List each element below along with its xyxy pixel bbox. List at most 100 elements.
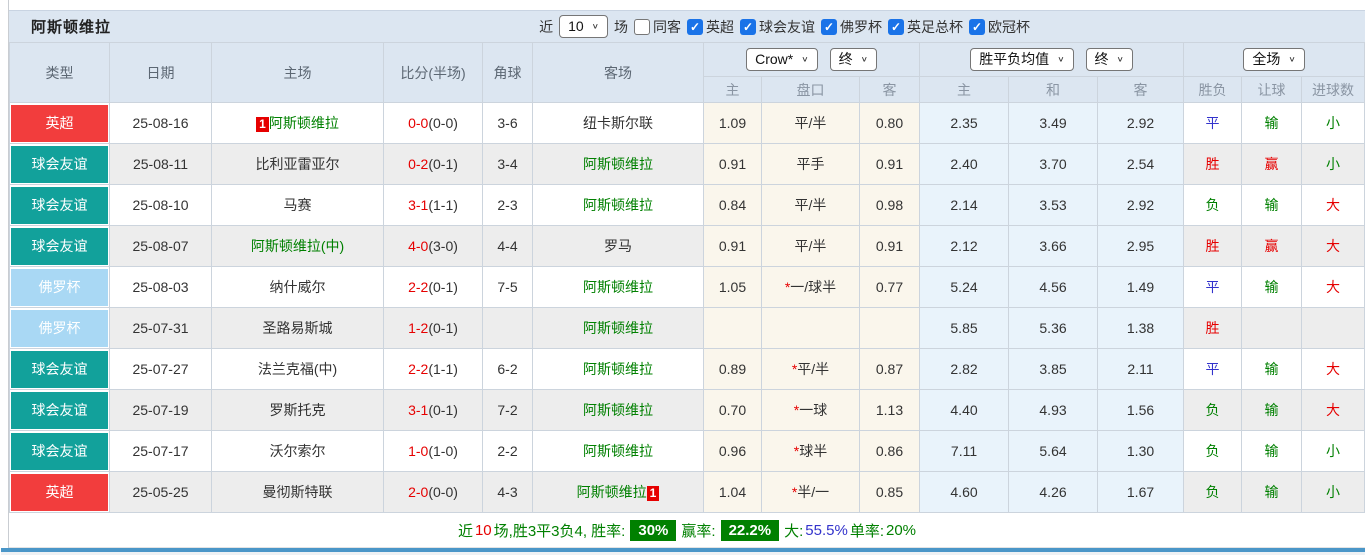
handicap-result: 输 (1265, 279, 1279, 295)
same-away-checkbox[interactable] (634, 19, 650, 35)
handicap-cell: *平/半 (762, 349, 860, 390)
match-result: 负 (1206, 197, 1220, 213)
odds-home-cell: 0.91 (704, 226, 762, 267)
home-cell: 法兰克福(中) (212, 349, 384, 390)
match-date: 25-07-31 (132, 320, 188, 336)
away-team[interactable]: 阿斯顿维拉 (583, 402, 653, 418)
avg-away-cell: 1.67 (1098, 472, 1184, 513)
summary-segment: 大: (784, 520, 803, 541)
avg-draw-cell: 3.85 (1009, 349, 1098, 390)
home-team[interactable]: 罗斯托克 (270, 402, 326, 418)
away-team[interactable]: 罗马 (604, 238, 632, 254)
avg-draw-cell: 5.36 (1009, 308, 1098, 349)
avg-type-select[interactable]: 胜平负均值 ∨ (970, 48, 1073, 71)
date-cell: 25-08-07 (110, 226, 212, 267)
home-cell: 沃尔索尔 (212, 431, 384, 472)
odds-away: 0.98 (876, 197, 903, 213)
result-cell: 平 (1184, 103, 1242, 144)
match-result: 负 (1206, 402, 1220, 418)
corner-cell: 3-6 (483, 103, 533, 144)
type-badge: 球会友谊 (11, 228, 108, 265)
home-team[interactable]: 比利亚雷亚尔 (256, 156, 340, 172)
away-cell: 阿斯顿维拉 (533, 431, 704, 472)
away-cell: 阿斯顿维拉1 (533, 472, 704, 513)
away-team[interactable]: 阿斯顿维拉 (583, 443, 653, 459)
filter-checkbox-floro-cup[interactable]: ✓ (821, 19, 837, 35)
avg-stage-select[interactable]: 终 ∨ (1086, 48, 1133, 71)
odds-stage-select[interactable]: 终 ∨ (830, 48, 877, 71)
result-cell: 负 (1184, 185, 1242, 226)
away-team[interactable]: 阿斯顿维拉 (583, 197, 653, 213)
filter-checkbox-club-friendly[interactable]: ✓ (740, 19, 756, 35)
filter-checkbox-fa-cup[interactable]: ✓ (888, 19, 904, 35)
corner-score: 2-3 (497, 197, 517, 213)
odds-away-cell: 0.87 (860, 349, 920, 390)
corner-score: 3-6 (497, 115, 517, 131)
avg-away-cell: 1.38 (1098, 308, 1184, 349)
summary-segment: 10 (475, 522, 492, 539)
match-date: 25-08-11 (133, 156, 188, 172)
avg-draw: 4.26 (1039, 484, 1066, 500)
avg-draw: 5.36 (1039, 320, 1066, 336)
away-team[interactable]: 纽卡斯尔联 (583, 115, 653, 131)
avg-away: 1.49 (1127, 279, 1154, 295)
avg-away-cell: 1.56 (1098, 390, 1184, 431)
goals-result: 大 (1326, 361, 1340, 377)
away-cell: 阿斯顿维拉 (533, 185, 704, 226)
odds-away-cell (860, 308, 920, 349)
filter-checkbox-ucl[interactable]: ✓ (969, 19, 985, 35)
goals-result-cell: 大 (1302, 185, 1365, 226)
avg-away: 2.95 (1127, 238, 1154, 254)
home-team[interactable]: 沃尔索尔 (270, 443, 326, 459)
handicap-cell: 平/半 (762, 226, 860, 267)
handicap-line: 一/球半 (790, 279, 836, 295)
filter-checkbox-epl[interactable]: ✓ (687, 19, 703, 35)
odds-provider-select[interactable]: Crow* ∨ (746, 48, 817, 71)
home-team[interactable]: 阿斯顿维拉(中) (251, 238, 344, 254)
odds-home: 0.70 (719, 402, 746, 418)
type-cell: 英超 (10, 472, 110, 513)
home-team[interactable]: 曼彻斯特联 (263, 484, 333, 500)
type-badge: 球会友谊 (11, 433, 108, 470)
avg-home-cell: 2.40 (920, 144, 1009, 185)
avg-away: 1.30 (1127, 443, 1154, 459)
filter-checkbox-group: 同客✓英超✓球会友谊✓佛罗杯✓英足总杯✓欧冠杯 (634, 17, 1030, 37)
halftime-score: (0-1) (428, 156, 458, 172)
handicap-line: 平/半 (795, 115, 827, 131)
scope-select[interactable]: 全场 ∨ (1243, 48, 1304, 71)
home-cell: 1阿斯顿维拉 (212, 103, 384, 144)
away-team[interactable]: 阿斯顿维拉 (583, 279, 653, 295)
corner-cell: 7-5 (483, 267, 533, 308)
col-header-score: 比分(半场) (384, 43, 483, 103)
home-team[interactable]: 纳什威尔 (270, 279, 326, 295)
away-team[interactable]: 阿斯顿维拉 (583, 156, 653, 172)
match-result: 平 (1206, 279, 1220, 295)
score-cell: 3-1(1-1) (384, 185, 483, 226)
goals-result-cell: 大 (1302, 390, 1365, 431)
type-cell: 球会友谊 (10, 431, 110, 472)
away-team[interactable]: 阿斯顿维拉 (577, 484, 647, 500)
away-team[interactable]: 阿斯顿维拉 (583, 361, 653, 377)
recent-count-value: 10 (568, 18, 584, 35)
handicap-result-cell: 输 (1242, 349, 1302, 390)
home-team[interactable]: 圣路易斯城 (263, 320, 333, 336)
recent-count-select[interactable]: 10 ∨ (559, 15, 608, 38)
home-team[interactable]: 法兰克福(中) (258, 361, 337, 377)
odds-away: 0.91 (876, 156, 903, 172)
odds-group-header: Crow* ∨ 终 ∨ (704, 43, 920, 77)
summary-segment: 场,胜3平3负4, 胜率: (494, 520, 626, 541)
date-cell: 25-07-19 (110, 390, 212, 431)
fulltime-score: 4-0 (408, 238, 428, 254)
home-team[interactable]: 马赛 (284, 197, 312, 213)
table-row: 球会友谊25-08-07阿斯顿维拉(中)4-0(3-0)4-4罗马0.91平/半… (10, 226, 1365, 267)
score-cell: 2-0(0-0) (384, 472, 483, 513)
avg-home-cell: 4.60 (920, 472, 1009, 513)
odds-provider-value: Crow* (755, 51, 793, 68)
avg-draw: 3.66 (1039, 238, 1066, 254)
home-team[interactable]: 阿斯顿维拉 (269, 115, 339, 131)
avg-home: 2.40 (950, 156, 977, 172)
away-team[interactable]: 阿斯顿维拉 (583, 320, 653, 336)
avg-home: 2.14 (950, 197, 977, 213)
avg-away-cell: 2.95 (1098, 226, 1184, 267)
avg-away-cell: 1.30 (1098, 431, 1184, 472)
